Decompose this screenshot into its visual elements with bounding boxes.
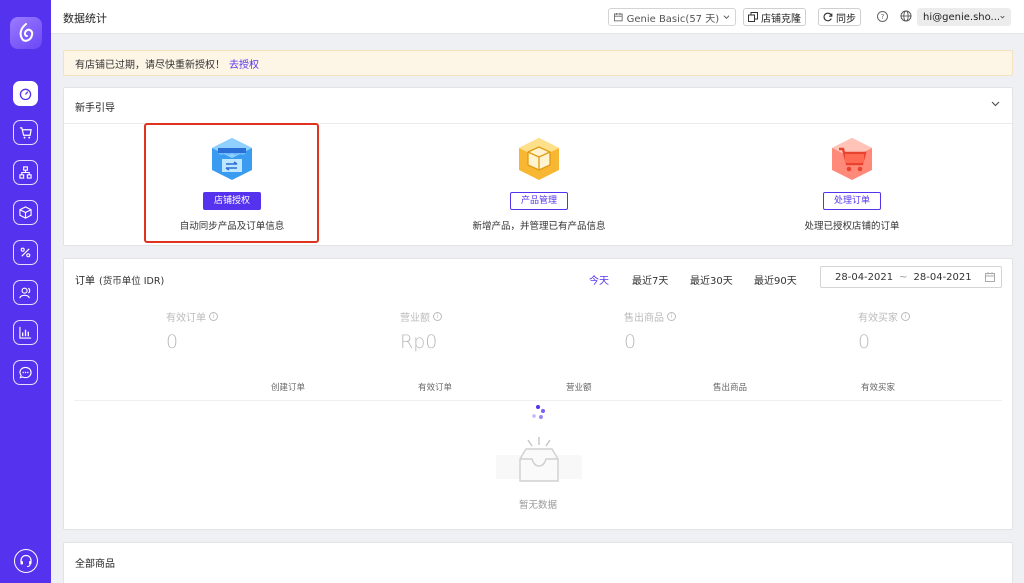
bar-chart-icon — [19, 326, 32, 339]
stat-value-revenue: Rp0 — [400, 331, 438, 353]
user-email: hi@genie.sho... — [923, 11, 1001, 23]
stat-label-text: 营业额 — [400, 313, 430, 324]
date-separator: ~ — [899, 271, 908, 283]
empty-state-text: 暂无数据 — [518, 500, 557, 511]
calendar-icon — [614, 12, 623, 22]
logo-icon — [19, 23, 34, 42]
clone-icon — [748, 12, 758, 22]
stat-label-text: 售出商品 — [624, 313, 664, 324]
orders-title-label: 订单 — [75, 276, 95, 287]
sidebar-item-promotions[interactable] — [13, 240, 38, 265]
guide-title: 新手引导 — [75, 103, 115, 114]
box-icon — [519, 138, 559, 180]
tab-last-90-days[interactable]: 最近90天 — [754, 272, 797, 287]
tab-today[interactable]: 今天 — [589, 272, 609, 287]
orders-title: 订单 (货币单位 IDR) — [75, 272, 164, 287]
sidebar-item-stores[interactable] — [13, 160, 38, 185]
app-logo[interactable] — [10, 17, 42, 49]
info-icon[interactable]: i — [433, 312, 442, 321]
stat-label-text: 有效买家 — [858, 313, 898, 324]
sidebar-item-orders[interactable] — [13, 120, 38, 145]
info-icon[interactable]: i — [901, 312, 910, 321]
hierarchy-icon — [19, 166, 32, 179]
sidebar-item-dashboard[interactable] — [13, 81, 38, 106]
stat-label-revenue: 营业额 i — [400, 309, 442, 324]
support-button[interactable] — [14, 549, 38, 573]
collapse-chevron-icon[interactable] — [991, 101, 1000, 107]
process-orders-description: 处理已授权店铺的订单 — [804, 221, 900, 232]
user-account-select[interactable]: hi@genie.sho... — [917, 8, 1011, 26]
legend-revenue[interactable]: 营业额 — [566, 381, 592, 393]
box-icon — [19, 206, 32, 219]
products-title: 全部商品 — [75, 559, 115, 570]
stat-value-items-sold: 0 — [624, 331, 637, 353]
sidebar-item-reports[interactable] — [13, 320, 38, 345]
stat-label-valid-buyers: 有效买家 i — [858, 309, 910, 324]
expired-store-alert: 有店铺已过期，请尽快重新授权！ 去授权 — [63, 50, 1013, 76]
percent-icon — [20, 247, 31, 258]
store-icon — [212, 138, 252, 180]
guide-item-product-manage: 产品管理 新增产品，并管理已有产品信息 — [439, 134, 639, 232]
stat-label-text: 有效订单 — [166, 313, 206, 324]
product-manage-description: 新增产品，并管理已有产品信息 — [472, 221, 606, 232]
date-range-picker[interactable]: 28-04-2021 ~ 28-04-2021 — [820, 266, 1002, 288]
chevron-down-icon — [1000, 15, 1005, 19]
guide-item-store-auth: 店铺授权 自动同步产品及订单信息 — [132, 134, 332, 232]
legend-valid-orders[interactable]: 有效订单 — [418, 381, 452, 393]
stat-label-items-sold: 售出商品 i — [624, 309, 676, 324]
legend-valid-buyers[interactable]: 有效买家 — [861, 381, 895, 393]
guide-item-process-orders: 处理订单 处理已授权店铺的订单 — [752, 134, 952, 232]
store-auth-button[interactable]: 店铺授权 — [202, 192, 261, 210]
headset-icon — [20, 554, 32, 568]
empty-inbox-icon — [496, 437, 582, 482]
loading-spinner-icon — [532, 405, 545, 419]
sync-label: 同步 — [836, 13, 856, 25]
stat-label-valid-orders: 有效订单 i — [166, 309, 218, 324]
help-icon[interactable]: ? — [877, 11, 888, 22]
stat-value-valid-orders: 0 — [166, 331, 179, 353]
store-clone-label: 店铺克隆 — [761, 13, 801, 25]
sidebar-item-products[interactable] — [13, 200, 38, 225]
date-start: 28-04-2021 — [835, 271, 894, 283]
process-orders-button[interactable]: 处理订单 — [822, 192, 881, 210]
orders-card: 订单 (货币单位 IDR) 今天 最近7天 最近30天 最近90天 28-04-… — [63, 258, 1013, 530]
stat-value-valid-buyers: 0 — [858, 331, 871, 353]
reauthorize-link[interactable]: 去授权 — [229, 56, 259, 71]
store-auth-description: 自动同步产品及订单信息 — [179, 221, 285, 232]
cart-icon — [832, 138, 872, 180]
onboarding-guide-card: 新手引导 店铺授权 自动同步产品及订单信息 产品管理 新增产品，并管理已有产品信… — [63, 87, 1013, 246]
dashboard-icon — [19, 88, 32, 100]
top-header: 数据统计 Genie Basic(57 天) 店铺克隆 同步 ? hi@geni… — [51, 0, 1024, 34]
product-manage-button[interactable]: 产品管理 — [509, 192, 568, 210]
all-products-card: 全部商品 — [63, 542, 1013, 583]
sidebar-item-customers[interactable] — [13, 280, 38, 305]
page-title: 数据统计 — [63, 12, 107, 25]
chart-top-line — [74, 400, 1002, 401]
store-clone-button[interactable]: 店铺克隆 — [743, 8, 806, 26]
users-icon — [19, 287, 31, 299]
chevron-down-icon — [723, 15, 730, 19]
plan-label: Genie Basic(57 天) — [626, 13, 720, 25]
calendar-icon — [985, 272, 995, 282]
sidebar-item-messages[interactable] — [13, 360, 38, 385]
orders-currency: (货币单位 IDR) — [99, 276, 165, 287]
tab-last-30-days[interactable]: 最近30天 — [690, 272, 733, 287]
info-icon[interactable]: i — [209, 312, 218, 321]
globe-icon[interactable] — [900, 10, 912, 22]
cart-icon — [19, 127, 32, 139]
refresh-icon — [823, 12, 833, 22]
sync-button[interactable]: 同步 — [818, 8, 861, 26]
sidebar — [0, 0, 51, 583]
date-end: 28-04-2021 — [913, 271, 972, 283]
legend-items-sold[interactable]: 售出商品 — [713, 381, 747, 393]
chat-icon — [19, 366, 32, 379]
info-icon[interactable]: i — [667, 312, 676, 321]
tab-last-7-days[interactable]: 最近7天 — [632, 272, 668, 287]
legend-created-orders[interactable]: 创建订单 — [271, 381, 305, 393]
alert-message: 有店铺已过期，请尽快重新授权！ — [75, 59, 225, 71]
plan-select[interactable]: Genie Basic(57 天) — [608, 8, 736, 26]
